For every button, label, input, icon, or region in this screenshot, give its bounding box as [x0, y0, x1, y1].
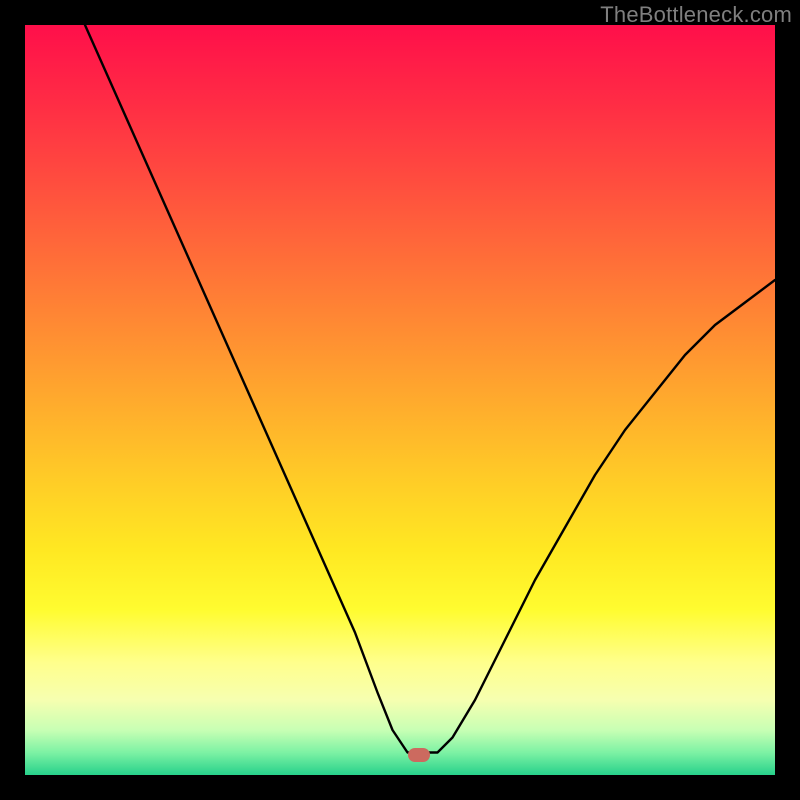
watermark-text: TheBottleneck.com: [600, 2, 792, 28]
bottleneck-curve: [25, 25, 775, 775]
optimal-point-marker: [408, 748, 430, 762]
plot-area: [25, 25, 775, 775]
image-frame: TheBottleneck.com: [0, 0, 800, 800]
